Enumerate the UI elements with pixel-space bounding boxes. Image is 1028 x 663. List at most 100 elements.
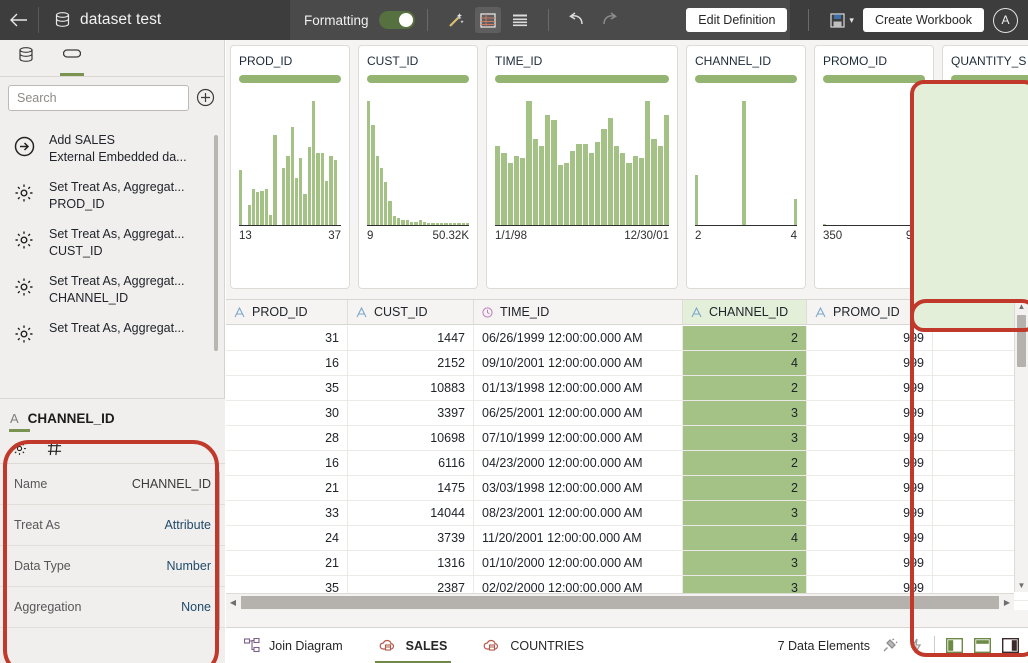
table-cell[interactable]: 09/10/2001 12:00:00.000 AM <box>474 351 683 375</box>
list-item[interactable]: Set Treat As, Aggregat... <box>0 313 224 352</box>
table-cell[interactable]: 3 <box>683 551 807 575</box>
table-cell[interactable]: 3739 <box>348 526 474 550</box>
table-cell[interactable]: 10698 <box>348 426 474 450</box>
horizontal-scroll-thumb[interactable] <box>241 596 999 609</box>
data-grid-icon[interactable] <box>475 7 501 33</box>
table-cell[interactable]: 999 <box>807 401 933 425</box>
property-value[interactable]: None <box>181 600 211 614</box>
inspector-scrollbar[interactable] <box>216 471 220 631</box>
formatting-toggle[interactable] <box>379 11 415 29</box>
scroll-left-arrow[interactable]: ◀ <box>226 598 240 607</box>
property-value[interactable]: Number <box>167 559 211 573</box>
bottom-tab-sales[interactable]: SALES <box>361 628 466 663</box>
layout-left-icon[interactable] <box>946 638 963 653</box>
table-cell[interactable]: 10883 <box>348 376 474 400</box>
table-column-header[interactable]: CUST_ID <box>348 300 474 324</box>
table-cell[interactable]: 3 <box>683 401 807 425</box>
table-cell[interactable]: 1316 <box>348 551 474 575</box>
table-cell[interactable]: 06/26/1999 12:00:00.000 AM <box>474 326 683 350</box>
back-arrow-icon[interactable] <box>0 0 38 40</box>
table-row[interactable]: 16215209/10/2001 12:00:00.000 AM4999 <box>226 351 1028 376</box>
column-profile-card[interactable]: PROD_ID1337 <box>230 45 350 289</box>
list-view-icon[interactable] <box>507 7 533 33</box>
sidebar-list-scrollbar[interactable] <box>214 135 218 351</box>
table-cell[interactable]: 31 <box>226 326 348 350</box>
table-cell[interactable]: 08/23/2001 12:00:00.000 AM <box>474 501 683 525</box>
table-cell[interactable]: 16 <box>226 351 348 375</box>
table-cell[interactable]: 3 <box>683 426 807 450</box>
table-cell[interactable]: 2152 <box>348 351 474 375</box>
list-item[interactable]: Set Treat As, Aggregat... CHANNEL_ID <box>0 266 224 313</box>
scroll-down-arrow[interactable]: ▼ <box>1015 578 1028 592</box>
table-cell[interactable]: 999 <box>807 476 933 500</box>
table-row[interactable]: 21131601/10/2000 12:00:00.000 AM3999 <box>226 551 1028 576</box>
table-cell[interactable]: 16 <box>226 451 348 475</box>
table-cell[interactable]: 3397 <box>348 401 474 425</box>
table-cell[interactable]: 21 <box>226 551 348 575</box>
property-row[interactable]: Aggregation None <box>0 587 225 628</box>
vertical-scroll-thumb[interactable] <box>1017 315 1026 367</box>
scroll-right-arrow[interactable]: ▶ <box>1000 598 1014 607</box>
sidebar-tab-prepare-script[interactable] <box>56 40 88 76</box>
layout-right-icon[interactable] <box>1002 638 1019 653</box>
table-cell[interactable]: 01/13/1998 12:00:00.000 AM <box>474 376 683 400</box>
table-cell[interactable]: 3 <box>683 501 807 525</box>
table-cell[interactable]: 04/23/2000 12:00:00.000 AM <box>474 451 683 475</box>
table-cell[interactable]: 14044 <box>348 501 474 525</box>
table-cell[interactable]: 999 <box>807 526 933 550</box>
table-body[interactable]: 31144706/26/1999 12:00:00.000 AM29991621… <box>226 326 1028 610</box>
edit-definition-button[interactable]: Edit Definition <box>686 8 787 32</box>
list-item[interactable]: Set Treat As, Aggregat... PROD_ID <box>0 172 224 219</box>
table-cell[interactable]: 2 <box>683 326 807 350</box>
add-circle-icon[interactable] <box>196 88 216 108</box>
table-vertical-scrollbar[interactable]: ▲ ▼ <box>1014 299 1028 592</box>
property-row[interactable]: Data Type Number <box>0 546 225 587</box>
table-cell[interactable]: 03/03/1998 12:00:00.000 AM <box>474 476 683 500</box>
table-cell[interactable]: 21 <box>226 476 348 500</box>
sidebar-tab-data-source[interactable] <box>10 40 42 76</box>
table-row[interactable]: 31144706/26/1999 12:00:00.000 AM2999 <box>226 326 1028 351</box>
table-cell[interactable]: 33 <box>226 501 348 525</box>
table-cell[interactable]: 30 <box>226 401 348 425</box>
inspector-tab-number-format[interactable] <box>47 434 62 464</box>
column-profile-card[interactable]: CUST_ID950.32K <box>358 45 478 289</box>
inspector-tab-general[interactable] <box>12 434 27 464</box>
create-workbook-button[interactable]: Create Workbook <box>863 8 984 32</box>
property-row[interactable]: Treat As Attribute <box>0 505 225 546</box>
table-cell[interactable]: 2 <box>683 451 807 475</box>
table-cell[interactable]: 999 <box>807 351 933 375</box>
save-button[interactable]: ▾ <box>830 13 854 28</box>
property-row[interactable]: Name CHANNEL_ID <box>0 464 225 505</box>
table-row[interactable]: 351088301/13/1998 12:00:00.000 AM2999 <box>226 376 1028 401</box>
table-cell[interactable]: 6116 <box>348 451 474 475</box>
table-cell[interactable]: 999 <box>807 501 933 525</box>
bottom-tab-countries[interactable]: COUNTRIES <box>465 628 602 663</box>
table-column-header[interactable]: CHANNEL_ID <box>683 300 807 324</box>
table-cell[interactable]: 999 <box>807 326 933 350</box>
bottom-tab-join-diagram[interactable]: Join Diagram <box>226 628 361 663</box>
table-cell[interactable]: 999 <box>807 451 933 475</box>
prepare-script-list[interactable]: Add SALES External Embedded da... Set Tr… <box>0 119 224 424</box>
table-cell[interactable]: 07/10/1999 12:00:00.000 AM <box>474 426 683 450</box>
table-cell[interactable]: 01/10/2000 12:00:00.000 AM <box>474 551 683 575</box>
table-column-header[interactable]: PROD_ID <box>226 300 348 324</box>
column-profile-card[interactable]: CHANNEL_ID24 <box>686 45 806 289</box>
table-row[interactable]: 16611604/23/2000 12:00:00.000 AM2999 <box>226 451 1028 476</box>
layout-top-icon[interactable] <box>974 638 991 653</box>
list-item[interactable]: Add SALES External Embedded da... <box>0 125 224 172</box>
lightning-icon[interactable] <box>909 638 923 654</box>
column-profile-card[interactable]: TIME_ID1/1/9812/30/01 <box>486 45 678 289</box>
table-cell[interactable]: 1447 <box>348 326 474 350</box>
table-cell[interactable]: 24 <box>226 526 348 550</box>
table-cell[interactable]: 999 <box>807 551 933 575</box>
table-row[interactable]: 21147503/03/1998 12:00:00.000 AM2999 <box>226 476 1028 501</box>
unplugged-icon[interactable] <box>881 638 898 654</box>
table-cell[interactable]: 4 <box>683 526 807 550</box>
table-row[interactable]: 281069807/10/1999 12:00:00.000 AM3999 <box>226 426 1028 451</box>
list-item[interactable]: Set Treat As, Aggregat... CUST_ID <box>0 219 224 266</box>
table-column-header[interactable]: TIME_ID <box>474 300 683 324</box>
table-cell[interactable]: 35 <box>226 376 348 400</box>
table-cell[interactable]: 999 <box>807 426 933 450</box>
table-row[interactable]: 331404408/23/2001 12:00:00.000 AM3999 <box>226 501 1028 526</box>
table-cell[interactable]: 999 <box>807 376 933 400</box>
